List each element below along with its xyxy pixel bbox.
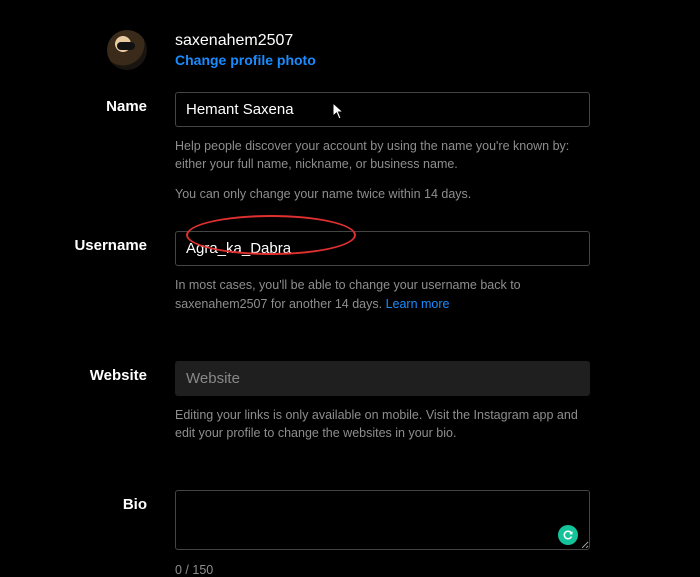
name-label: Name <box>0 92 175 115</box>
profile-header: saxenahem2507 Change profile photo <box>0 30 590 70</box>
change-profile-photo-link[interactable]: Change profile photo <box>175 52 316 68</box>
website-input <box>175 361 590 396</box>
bio-textarea[interactable] <box>175 490 590 550</box>
username-help-text: In most cases, you'll be able to change … <box>175 278 521 310</box>
avatar[interactable] <box>107 30 147 70</box>
name-help-1: Help people discover your account by usi… <box>175 137 590 173</box>
bio-label: Bio <box>0 490 175 513</box>
grammarly-icon[interactable] <box>558 525 578 545</box>
username-display: saxenahem2507 <box>175 32 316 50</box>
name-input[interactable] <box>175 92 590 127</box>
website-help: Editing your links is only available on … <box>175 406 590 442</box>
bio-counter: 0 / 150 <box>175 563 590 577</box>
username-help: In most cases, you'll be able to change … <box>175 276 590 312</box>
username-input[interactable] <box>175 231 590 266</box>
learn-more-link[interactable]: Learn more <box>386 297 450 311</box>
name-help-2: You can only change your name twice with… <box>175 185 590 203</box>
website-label: Website <box>0 361 175 384</box>
username-label: Username <box>0 231 175 254</box>
